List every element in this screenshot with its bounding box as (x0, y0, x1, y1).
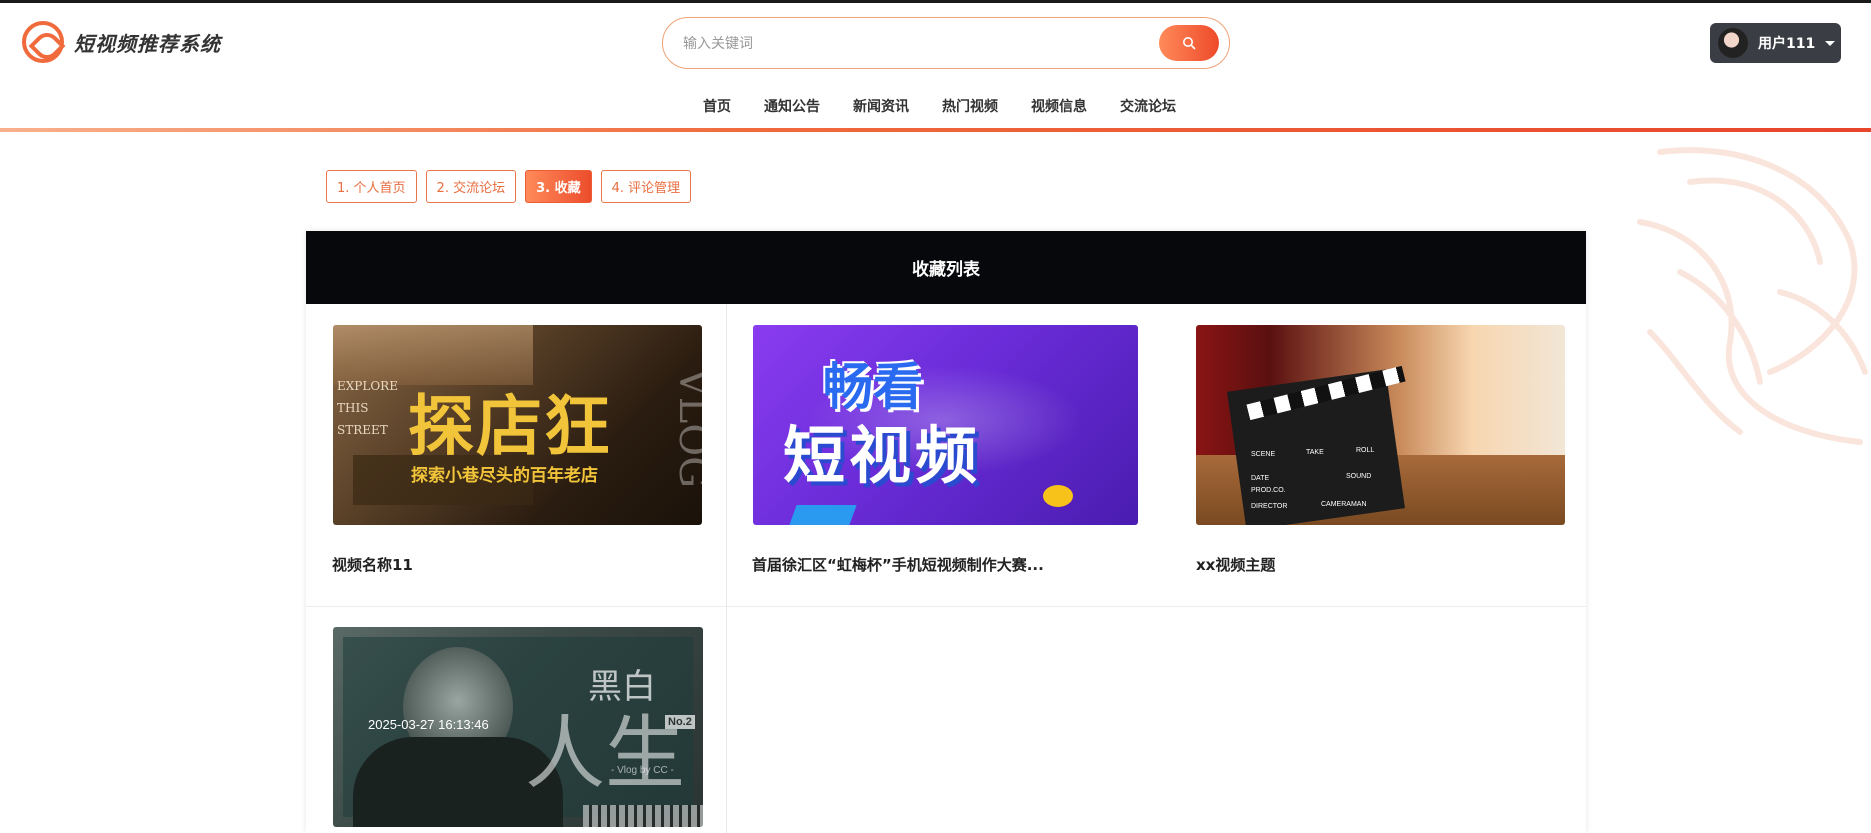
tab-comment-management[interactable]: 4. 评论管理 (600, 170, 692, 203)
tab-personal-home[interactable]: 1. 个人首页 (326, 170, 417, 203)
avatar (1718, 28, 1748, 58)
favorites-panel: 收藏列表 EXPLORE THIS STREET 探店狂 探索小巷尽头的百年老店… (306, 231, 1586, 833)
clapper-label: CAMERAMAN (1321, 501, 1367, 508)
tab-forum[interactable]: 2. 交流论坛 (425, 170, 517, 203)
thumbnail-sub-text: 短视频 (783, 419, 982, 492)
thumbnail-main-text: 人生 (525, 707, 685, 800)
thumbnail-signature: - Vlog by CC - (611, 765, 674, 776)
favorite-card[interactable]: EXPLORE THIS STREET 探店狂 探索小巷尽头的百年老店 VLOG… (306, 304, 726, 606)
video-timestamp: 2025-03-27 16:13:46 (368, 717, 489, 732)
search-icon (1183, 37, 1196, 50)
video-title[interactable]: 首届徐汇区“虹梅杯”手机短视频制作大赛... (752, 554, 1082, 575)
video-thumbnail[interactable]: EXPLORE THIS STREET 探店狂 探索小巷尽头的百年老店 VLOG (333, 325, 702, 525)
thumbnail-side-text: EXPLORE THIS STREET (337, 379, 398, 437)
nav-item-news[interactable]: 新闻资讯 (853, 96, 909, 116)
thumbnail-sub-text: 探索小巷尽头的百年老店 (411, 466, 598, 486)
video-thumbnail[interactable]: 畅看 短视频 (753, 325, 1138, 525)
site-header: 短视频推荐系统 用户111 首页 通知公告 新闻资讯 热门视频 视频信息 交流论… (0, 3, 1871, 131)
nav-item-forum[interactable]: 交流论坛 (1120, 96, 1176, 116)
site-logo[interactable]: 短视频推荐系统 (22, 21, 221, 63)
logo-icon (22, 21, 64, 63)
thumbnail-badge: No.2 (665, 715, 695, 729)
thumbnail-vertical-text: VLOG (670, 367, 702, 489)
video-title[interactable]: 视频名称11 (332, 554, 702, 575)
clapper-label: TAKE (1306, 449, 1324, 456)
dragon-decoration (1637, 147, 1868, 445)
favorite-card[interactable]: 2025-03-27 16:13:46 黑白 人生 No.2 - Vlog by… (306, 606, 726, 833)
profile-tabs: 1. 个人首页 2. 交流论坛 3. 收藏 4. 评论管理 (326, 170, 700, 203)
nav-item-hot-videos[interactable]: 热门视频 (942, 96, 998, 116)
video-thumbnail[interactable]: SCENE TAKE ROLL DATE SOUND PROD.CO. DIRE… (1196, 325, 1565, 525)
user-name: 用户111 (1758, 36, 1816, 52)
search-bar (662, 17, 1230, 69)
search-input[interactable] (683, 30, 1123, 56)
chevron-down-icon (1825, 40, 1836, 46)
clapper-label: DATE (1251, 475, 1270, 482)
video-thumbnail[interactable]: 2025-03-27 16:13:46 黑白 人生 No.2 - Vlog by… (333, 627, 703, 827)
thumbnail-main-text: 探店狂 (408, 387, 612, 465)
favorite-card[interactable]: SCENE TAKE ROLL DATE SOUND PROD.CO. DIRE… (1163, 304, 1586, 606)
nav-item-home[interactable]: 首页 (703, 96, 731, 116)
search-button[interactable] (1159, 25, 1219, 61)
panel-title: 收藏列表 (306, 231, 1586, 304)
clapper-label: SCENE (1251, 451, 1276, 458)
clapper-label: ROLL (1356, 447, 1375, 454)
nav-item-video-info[interactable]: 视频信息 (1031, 96, 1087, 116)
clapper-label: SOUND (1346, 473, 1372, 480)
favorite-card[interactable]: 畅看 短视频 首届徐汇区“虹梅杯”手机短视频制作大赛... (727, 304, 1163, 606)
clapper-label: PROD.CO. (1251, 487, 1286, 494)
nav-item-notices[interactable]: 通知公告 (764, 96, 820, 116)
site-title: 短视频推荐系统 (74, 31, 221, 56)
clapper-label: DIRECTOR (1251, 503, 1288, 510)
user-menu[interactable]: 用户111 (1710, 23, 1841, 63)
video-title[interactable]: xx视频主题 (1196, 554, 1556, 575)
header-accent-line (0, 128, 1871, 132)
tab-favorites[interactable]: 3. 收藏 (525, 170, 592, 203)
